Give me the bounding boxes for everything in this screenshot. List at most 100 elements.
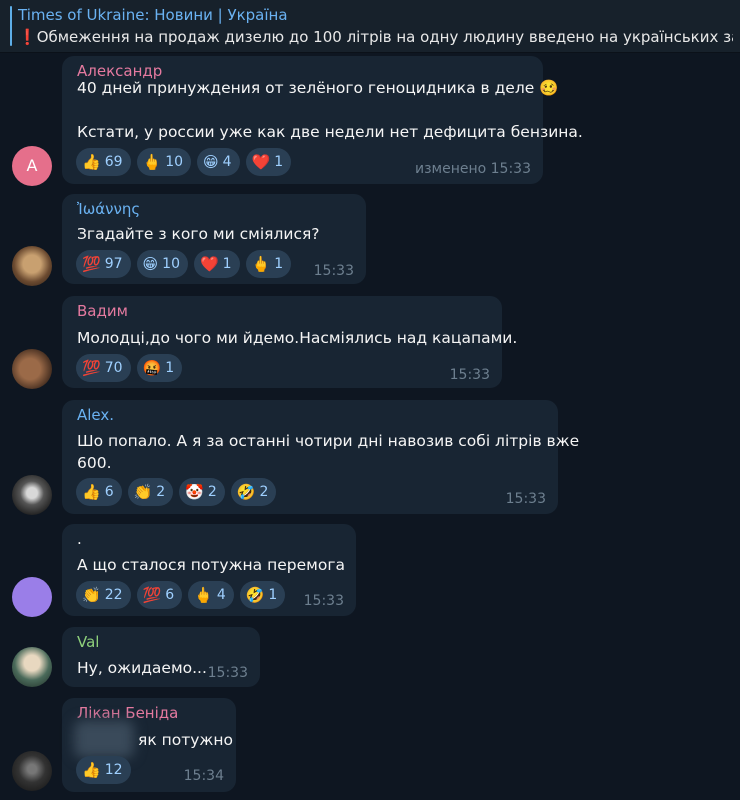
reaction-chip[interactable]: 💯 70 bbox=[76, 354, 131, 382]
reaction-chip[interactable]: 💯 97 bbox=[76, 250, 131, 278]
reaction-count: 4 bbox=[216, 587, 226, 603]
message-time: изменено 15:33 bbox=[415, 161, 531, 177]
reaction-count: 22 bbox=[104, 587, 123, 603]
reaction-chip[interactable]: 👍 6 bbox=[76, 478, 122, 506]
reaction-chip[interactable]: 💯 6 bbox=[136, 581, 183, 609]
message-line: Ну, ожидаемо... bbox=[77, 659, 207, 677]
reactions-row: 💯 70 🤬 1 bbox=[76, 354, 183, 382]
reaction-count: 2 bbox=[259, 484, 269, 500]
reaction-count: 69 bbox=[104, 154, 123, 170]
pinned-message-bar[interactable]: Times of Ukraine: Новини | Україна ❗Обме… bbox=[0, 0, 740, 53]
reaction-chip[interactable]: 🤬 1 bbox=[136, 354, 183, 382]
message-bubble: Лікан Беніда як потужно 👍 12 15:34 bbox=[62, 698, 236, 792]
pinned-title: Times of Ukraine: Новини | Україна bbox=[18, 6, 288, 24]
pinned-accent-bar bbox=[10, 6, 12, 46]
blurred-region bbox=[74, 720, 134, 758]
sender-name[interactable]: Ἰωάννης bbox=[77, 200, 140, 218]
avatar[interactable] bbox=[12, 647, 52, 687]
hundred-icon: 💯 bbox=[82, 255, 101, 273]
clown-icon: 🤡 bbox=[185, 483, 204, 501]
reaction-count: 97 bbox=[104, 256, 123, 272]
clap-icon: 👏 bbox=[82, 586, 101, 604]
sender-name[interactable]: Alex. bbox=[77, 406, 114, 424]
reaction-count: 10 bbox=[165, 154, 184, 170]
message-line: 40 дней принуждения от зелёного геноцидн… bbox=[77, 79, 559, 97]
reaction-count: 6 bbox=[104, 484, 114, 500]
reactions-row: 👍 12 bbox=[76, 756, 131, 784]
message-line: Згадайте з кого ми сміялися? bbox=[77, 225, 320, 243]
message-line: Молодці,до чого ми йдемо.Насміялись над … bbox=[77, 329, 518, 347]
message-bubble: Alex. Шо попало. А я за останні чотири д… bbox=[62, 400, 579, 514]
thumbs-up-icon: 👍 bbox=[82, 483, 101, 501]
reaction-count: 12 bbox=[104, 762, 123, 778]
message-line: Кстати, у россии уже как две недели нет … bbox=[77, 123, 583, 141]
reaction-count: 70 bbox=[104, 360, 123, 376]
message-time: 15:33 bbox=[303, 593, 344, 609]
clap-icon: 👏 bbox=[133, 483, 153, 501]
heart-icon: ❤️ bbox=[199, 255, 219, 273]
grin-icon: 😁 bbox=[142, 255, 159, 273]
reaction-chip[interactable]: 👍 69 bbox=[76, 148, 131, 176]
sender-name[interactable]: Вадим bbox=[77, 302, 128, 320]
reaction-count: 1 bbox=[274, 154, 284, 170]
reaction-chip[interactable]: 🤡 2 bbox=[179, 478, 225, 506]
reaction-chip[interactable]: 😁 4 bbox=[197, 148, 240, 176]
avatar[interactable] bbox=[12, 475, 52, 515]
message-time: 15:33 bbox=[449, 367, 490, 383]
reaction-count: 1 bbox=[268, 587, 278, 603]
middle-finger-icon: 🖕 bbox=[251, 255, 271, 273]
message-bubble: Ἰωάννης Згадайте з кого ми сміялися? 💯 97… bbox=[62, 194, 366, 284]
message-time: 15:33 bbox=[207, 665, 248, 681]
message-bubble: . А що сталося потужна перемога 👏 22 💯 6 🖕… bbox=[62, 524, 356, 616]
rofl-icon: 🤣 bbox=[245, 586, 265, 604]
exclamation-icon: ❗ bbox=[18, 28, 37, 46]
reaction-chip[interactable]: 🤣 1 bbox=[239, 581, 286, 609]
reaction-chip[interactable]: ❤️ 1 bbox=[193, 250, 240, 278]
reaction-chip[interactable]: 🤣 2 bbox=[230, 478, 277, 506]
reaction-chip[interactable]: 👏 22 bbox=[76, 581, 131, 609]
reaction-count: 1 bbox=[274, 256, 284, 272]
angry-icon: 🤬 bbox=[142, 359, 162, 377]
message-time: 15:33 bbox=[313, 263, 354, 279]
reaction-chip[interactable]: 🖕 10 bbox=[136, 148, 192, 176]
reactions-row: 💯 97 😁 10 ❤️ 1 🖕 1 bbox=[76, 250, 292, 278]
middle-finger-icon: 🖕 bbox=[142, 153, 162, 171]
avatar[interactable] bbox=[12, 577, 52, 617]
grin-icon: 😁 bbox=[203, 153, 219, 171]
reaction-chip[interactable]: ❤️ 1 bbox=[245, 148, 292, 176]
message-time: 15:33 bbox=[505, 491, 546, 507]
middle-finger-icon: 🖕 bbox=[194, 586, 213, 604]
reactions-row: 👏 22 💯 6 🖕 4 🤣 1 bbox=[76, 581, 286, 609]
reaction-count: 1 bbox=[165, 360, 175, 376]
message-bubble: Val Ну, ожидаемо... 15:33 bbox=[62, 627, 260, 687]
pinned-text: Обмеження на продаж дизелю до 100 літрів… bbox=[36, 28, 733, 46]
message-bubble: Вадим Молодці,до чого ми йдемо.Насміялис… bbox=[62, 296, 517, 388]
reaction-count: 10 bbox=[162, 256, 180, 272]
thumbs-up-icon: 👍 bbox=[82, 761, 101, 779]
message-line: Шо попало. А я за останні чотири дні нав… bbox=[77, 432, 580, 450]
sender-name[interactable]: Val bbox=[77, 633, 99, 651]
message-line: як потужно bbox=[138, 731, 234, 749]
reaction-count: 6 bbox=[165, 587, 175, 603]
message-line: 600. bbox=[77, 454, 112, 472]
avatar[interactable] bbox=[12, 751, 52, 791]
hundred-icon: 💯 bbox=[142, 586, 162, 604]
reaction-count: 2 bbox=[207, 484, 217, 500]
reaction-count: 2 bbox=[156, 484, 166, 500]
reaction-chip[interactable]: 🖕 4 bbox=[188, 581, 234, 609]
avatar[interactable]: A bbox=[12, 146, 52, 186]
reaction-chip[interactable]: 👍 12 bbox=[76, 756, 131, 784]
heart-icon: ❤️ bbox=[251, 153, 271, 171]
sender-name[interactable]: . bbox=[77, 530, 82, 548]
pinned-text-row: ❗Обмеження на продаж дизелю до 100 літрі… bbox=[18, 28, 733, 46]
avatar[interactable] bbox=[12, 349, 52, 389]
message-line: А що сталося потужна перемога bbox=[77, 556, 345, 574]
avatar[interactable] bbox=[12, 246, 52, 286]
reaction-chip[interactable]: 😁 10 bbox=[136, 250, 188, 278]
reactions-row: 👍 6 👏 2 🤡 2 🤣 2 bbox=[76, 478, 277, 506]
reaction-chip[interactable]: 🖕 1 bbox=[245, 250, 292, 278]
reaction-chip[interactable]: 👏 2 bbox=[127, 478, 174, 506]
thumbs-up-icon: 👍 bbox=[82, 153, 101, 171]
hundred-icon: 💯 bbox=[82, 359, 101, 377]
reaction-count: 1 bbox=[222, 256, 232, 272]
